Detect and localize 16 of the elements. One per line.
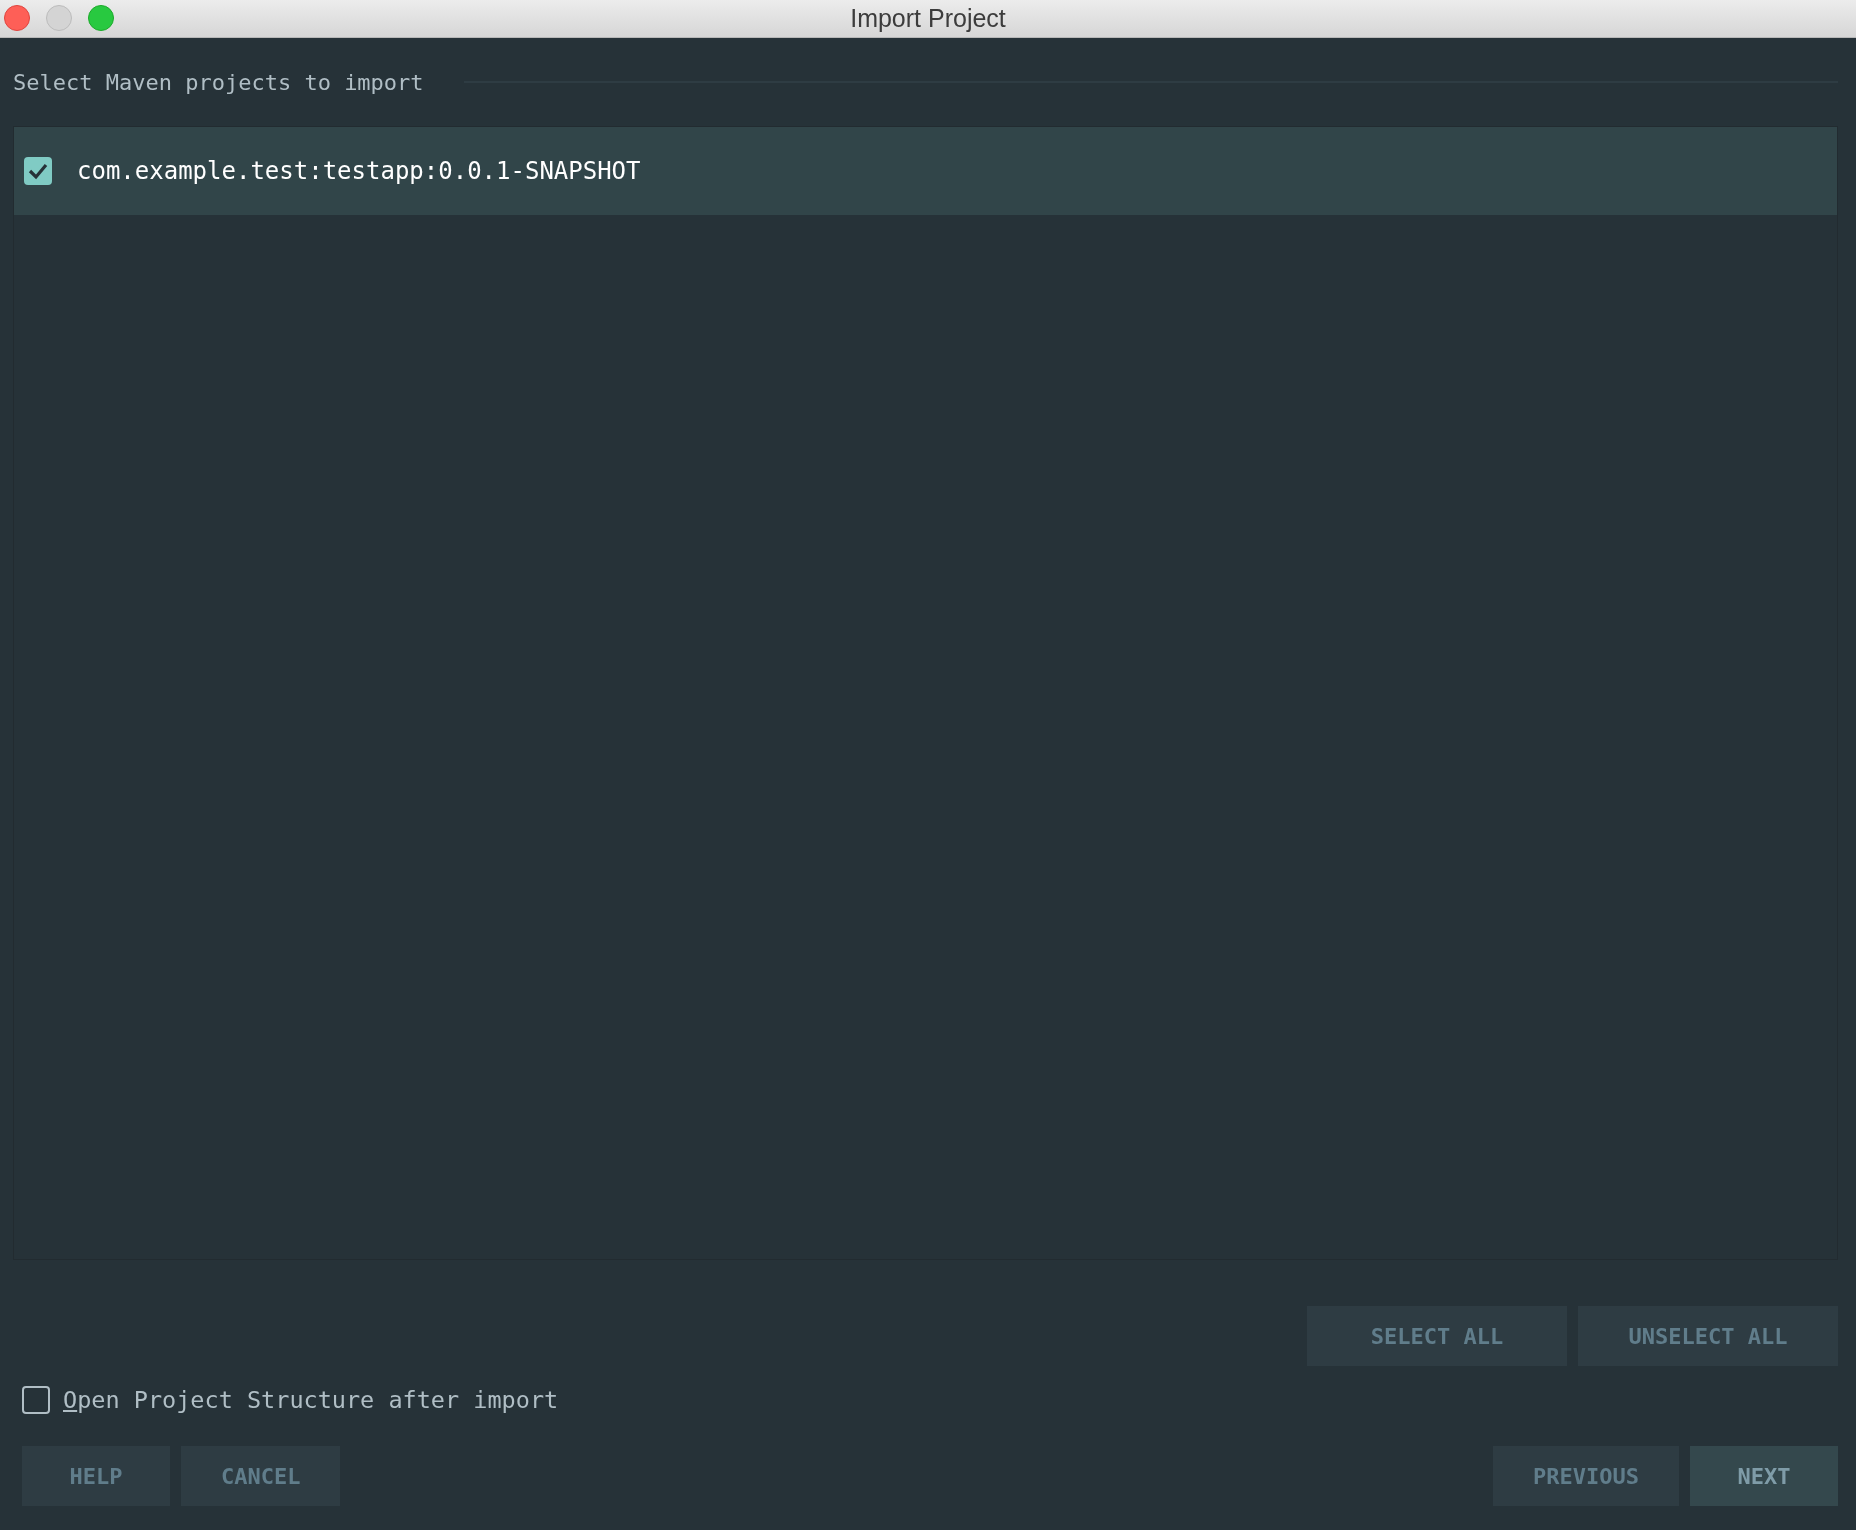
dialog-button[interactable]: NEXT	[1690, 1446, 1838, 1506]
window-title: Import Project	[850, 4, 1006, 33]
project-row[interactable]: com.example.test:testapp:0.0.1-SNAPSHOT	[14, 127, 1837, 215]
dialog-button[interactable]: HELP	[22, 1446, 170, 1506]
close-icon[interactable]	[4, 5, 30, 31]
list-button[interactable]: SELECT ALL	[1307, 1306, 1567, 1366]
checkbox[interactable]	[22, 1386, 50, 1414]
dialog-button[interactable]: CANCEL	[181, 1446, 341, 1506]
check-icon	[28, 162, 48, 180]
section-title: Select Maven projects to import	[13, 69, 424, 95]
dialog-button[interactable]: PREVIOUS	[1493, 1446, 1679, 1506]
checkbox[interactable]	[24, 157, 52, 185]
project-name: com.example.test:testapp:0.0.1-SNAPSHOT	[77, 157, 641, 185]
checkbox-label[interactable]: Open Project Structure after import	[63, 1386, 559, 1414]
zoom-icon[interactable]	[88, 5, 114, 31]
list-button[interactable]: UNSELECT ALL	[1578, 1306, 1838, 1366]
